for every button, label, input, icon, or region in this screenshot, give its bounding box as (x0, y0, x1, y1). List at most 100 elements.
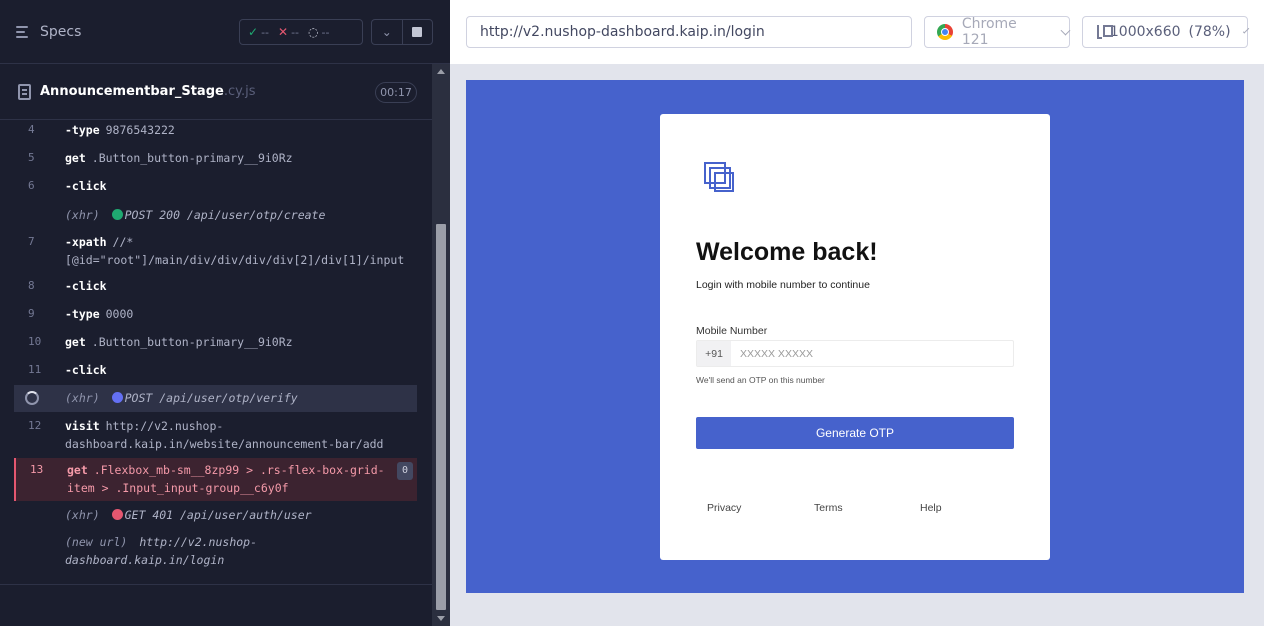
failed-count: -- (291, 26, 300, 39)
command-arg: .Button_button-primary__9i0Rz (91, 151, 293, 165)
command-number: 11 (28, 363, 42, 376)
command-number: 7 (28, 235, 35, 248)
status-dot-icon (111, 392, 123, 403)
xhr-request: GET 401 /api/user/auth/user (124, 508, 312, 522)
command-number: 6 (28, 179, 35, 192)
command-log: 4 -type 9876543222 5 get .Button_button-pr… (0, 120, 432, 585)
command-arg: .Button_button-primary__9i0Rz (91, 335, 293, 349)
terms-link[interactable]: Terms (814, 502, 843, 514)
privacy-link[interactable]: Privacy (707, 502, 741, 514)
app-under-test-area: http://v2.nushop-dashboard.kaip.in/login… (450, 0, 1264, 626)
command-name: -type (65, 307, 100, 321)
command-arg: 9876543222 (105, 123, 175, 137)
aut-iframe: Welcome back! Login with mobile number t… (466, 80, 1244, 593)
generate-otp-button[interactable]: Generate OTP (696, 417, 1014, 449)
xhr-request: POST /api/user/otp/verify (124, 391, 298, 405)
passed-stat: ✓ -- (248, 25, 269, 39)
duration-badge: 00:17 (375, 82, 417, 103)
command-row-failed[interactable]: 13 get .Flexbox_mb-sm__8zp99 > .rs-flex-b… (14, 458, 417, 501)
command-name: -click (65, 179, 107, 193)
command-text: -click (65, 277, 409, 295)
login-card: Welcome back! Login with mobile number t… (660, 114, 1050, 560)
run-stats: ✓ -- ✕ -- ◌ -- (239, 19, 363, 45)
xhr-label: (xhr) (65, 508, 100, 522)
command-number: 12 (28, 419, 42, 432)
brand-logo-icon (704, 162, 738, 196)
scrollbar-thumb[interactable] (436, 224, 446, 610)
command-arg: http://v2.nushop-dashboard.kaip.in/websi… (65, 419, 384, 451)
page-title: Welcome back! (696, 238, 878, 266)
scroll-down-icon[interactable] (437, 616, 445, 621)
spec-file-header: Announcementbar_Stage.cy.js 00:17 (0, 64, 432, 120)
viewport-size: 1000x660 (1109, 24, 1181, 40)
help-link[interactable]: Help (920, 502, 942, 514)
command-name: get (65, 335, 86, 349)
file-icon (18, 84, 31, 100)
runner-header: Specs ✓ -- ✕ -- ◌ -- ⌄ (0, 0, 450, 64)
command-text: -click (65, 177, 409, 195)
command-number: 9 (28, 307, 35, 320)
check-icon: ✓ (248, 25, 259, 39)
xhr-request: POST 200 /api/user/otp/create (124, 208, 326, 222)
spec-name: Announcementbar_Stage (40, 84, 224, 99)
viewport-scale: (78%) (1188, 24, 1231, 40)
chevron-down-icon[interactable]: ⌄ (372, 20, 403, 44)
command-name: -xpath (65, 235, 107, 249)
cypress-runner-panel: Specs ✓ -- ✕ -- ◌ -- ⌄ Announcementbar_Stag… (0, 0, 450, 626)
otp-hint: We'll send an OTP on this number (696, 375, 825, 385)
status-dot-icon (111, 209, 123, 220)
spec-file-name: Announcementbar_Stage.cy.js (40, 84, 255, 99)
chevron-down-icon (1060, 25, 1071, 35)
command-name: visit (65, 419, 100, 433)
xhr-label: (xhr) (65, 391, 100, 405)
command-text: -click (65, 361, 409, 379)
page-subtitle: Login with mobile number to continue (696, 279, 870, 291)
command-arg: .Flexbox_mb-sm__8zp99 > .rs-flex-box-gri… (67, 463, 385, 495)
status-dot-icon (111, 509, 123, 520)
command-number: 10 (28, 335, 42, 348)
scroll-up-icon[interactable] (437, 69, 445, 74)
viewport-icon (1097, 25, 1113, 39)
command-name: -click (65, 279, 107, 293)
specs-button[interactable]: Specs (16, 24, 81, 40)
command-name: get (67, 463, 88, 477)
chrome-icon (937, 24, 953, 40)
command-number: 13 (30, 463, 44, 476)
list-icon (16, 25, 32, 39)
run-controls: ⌄ (371, 19, 433, 45)
command-number: 5 (28, 151, 35, 164)
country-code: +91 (697, 341, 731, 366)
xhr-row-active[interactable]: (xhr) POST /api/user/otp/verify (14, 385, 417, 412)
new-url-label: (new url) (65, 535, 128, 549)
command-text: -type 0000 (65, 305, 409, 323)
command-text: get .Button_button-primary__9i0Rz (65, 149, 409, 167)
pending-count: -- (321, 26, 330, 39)
command-text: -type 9876543222 (65, 121, 409, 139)
pending-icon: ◌ (308, 25, 319, 39)
mobile-label: Mobile Number (696, 325, 768, 337)
command-text: -xpath//*[@id="root"]/main/div/div/div/d… (65, 233, 409, 269)
stop-icon (412, 27, 423, 37)
mobile-number-input[interactable] (731, 341, 1013, 366)
stop-button[interactable] (403, 20, 433, 44)
url-display[interactable]: http://v2.nushop-dashboard.kaip.in/login (466, 16, 912, 48)
new-url-text: (new url) http://v2.nushop-dashboard.kaip… (65, 533, 409, 569)
command-name: -type (65, 123, 100, 137)
xhr-text: (xhr) POST 200 /api/user/otp/create (65, 206, 409, 224)
pending-stat: ◌ -- (308, 25, 329, 39)
chevron-down-icon (1242, 26, 1250, 34)
spinner-icon (25, 391, 39, 405)
command-text: get .Flexbox_mb-sm__8zp99 > .rs-flex-box-… (67, 461, 393, 497)
failed-stat: ✕ -- (278, 25, 299, 39)
viewport-info[interactable]: 1000x660 (78%) (1082, 16, 1250, 48)
command-text: visit http://v2.nushop-dashboard.kaip.in/… (65, 417, 409, 453)
command-number: 8 (28, 279, 35, 292)
command-arg: //*[@id="root"]/main/div/div/div/div[2]/… (65, 235, 405, 267)
command-log-scrollbar[interactable] (432, 64, 450, 626)
browser-selector[interactable]: Chrome 121 (924, 16, 1071, 48)
command-name: get (65, 151, 86, 165)
command-text: get .Button_button-primary__9i0Rz (65, 333, 409, 351)
spec-ext: .cy.js (223, 84, 256, 99)
xhr-label: (xhr) (65, 208, 100, 222)
xhr-text: (xhr) GET 401 /api/user/auth/user (65, 506, 409, 524)
